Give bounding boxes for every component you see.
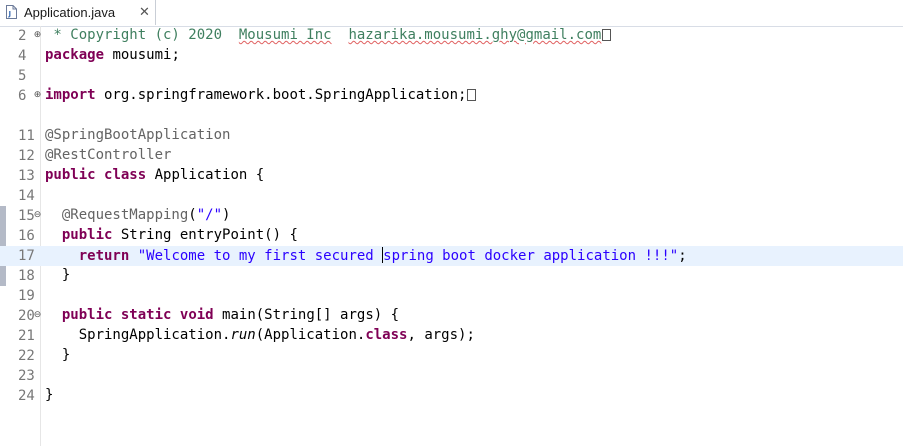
code-line: 23 [0,366,903,386]
code-line-current: 17 return "Welcome to my first secured s… [0,246,903,266]
keyword: class [104,167,147,183]
line-number: 19 [18,288,35,304]
code-text: package mousumi; [45,47,180,63]
code-line: 18 } [0,266,903,286]
expand-fold-icon[interactable]: ⊕ [33,91,42,100]
code-line: 2 ⊕ * Copyright (c) 2020 Mousumi Inc haz… [0,26,903,46]
line-number: 17 [18,248,35,264]
code-editor[interactable]: 2 ⊕ * Copyright (c) 2020 Mousumi Inc haz… [0,26,903,446]
tab-label: Application.java [24,5,116,20]
collapse-fold-icon[interactable]: ⊖ [33,311,42,320]
expand-fold-icon[interactable]: ⊕ [33,31,42,40]
annotation: @RequestMapping [61,207,189,223]
collapse-fold-icon[interactable]: ⊖ [33,211,42,220]
line-number: 23 [18,368,35,384]
code-text: @RestController [45,147,171,163]
keyword: import [45,87,96,103]
code-line: 5 [0,66,903,86]
class-declaration: Application { [146,167,265,183]
code-line: 22 } [0,346,903,366]
call-args: (Application. [255,327,366,343]
code-text: @RequestMapping("/") [45,207,231,223]
closing-brace: } [61,347,71,363]
class-reference: SpringApplication. [78,327,231,343]
static-method: run [230,327,256,343]
code-text: import org.springframework.boot.SpringAp… [45,87,477,103]
closing-brace: } [45,387,54,403]
keyword: void [179,307,214,323]
code-text: return "Welcome to my first secured spri… [45,247,687,264]
annotation: @RestController [45,147,172,163]
package-name: mousumi; [104,47,180,63]
paren: ( [188,207,197,223]
line-number: 18 [18,268,35,284]
code-line: 24 } [0,386,903,406]
code-text: SpringApplication.run(Application.class,… [45,327,475,343]
call-args-end: , args); [407,327,475,343]
code-line: 4 package mousumi; [0,46,903,66]
string-literal: "Welcome to my first secured [137,248,383,264]
keyword: return [78,248,130,264]
code-text: * Copyright (c) 2020 Mousumi Inc hazarik… [45,27,612,43]
comment-company: Mousumi Inc [238,27,332,43]
code-text: public class Application { [45,167,264,183]
import-path: org.springframework.boot.SpringApplicati… [95,87,467,103]
code-line: 20 ⊖ public static void main(String[] ar… [0,306,903,326]
svg-text:J: J [8,10,12,18]
line-number: 21 [18,328,35,344]
method-signature: String entryPoint() { [112,227,298,243]
tab-application-java[interactable]: J Application.java ✕ [0,0,156,25]
keyword: class [365,327,408,343]
folded-region-marker[interactable] [602,29,612,41]
close-tab-icon[interactable]: ✕ [139,4,150,20]
code-text: } [45,347,70,363]
comment-space [332,27,349,43]
code-line: 13 public class Application { [0,166,903,186]
code-line: 15 ⊖ @RequestMapping("/") [0,206,903,226]
closing-brace: } [61,267,71,283]
line-number: 12 [18,148,35,164]
code-text: } [45,267,70,283]
semicolon: ; [678,248,687,264]
code-line: 11 @SpringBootApplication [0,126,903,146]
code-line: 16 public String entryPoint() { [0,226,903,246]
comment-text: * Copyright (c) 2020 [45,27,239,43]
line-number: 14 [18,188,35,204]
code-line: 6 ⊕ import org.springframework.boot.Spri… [0,86,903,106]
code-text: } [45,387,53,403]
string-literal: "/" [196,207,223,223]
paren: ) [222,207,231,223]
keyword: public [45,167,96,183]
keyword: public [61,227,113,243]
folded-region-marker[interactable] [467,89,477,101]
line-number: 5 [18,68,27,84]
code-text: public static void main(String[] args) { [45,307,399,323]
editor-tab-bar: J Application.java ✕ [0,0,903,27]
keyword: package [45,47,105,63]
code-text: public String entryPoint() { [45,227,298,243]
keyword: public [61,307,113,323]
line-number: 13 [18,168,35,184]
line-number: 4 [18,48,27,64]
code-line: 21 SpringApplication.run(Application.cla… [0,326,903,346]
keyword: static [120,307,172,323]
code-line: 19 [0,286,903,306]
line-number: 11 [18,128,35,144]
code-text: @SpringBootApplication [45,127,230,143]
code-line: 14 [0,186,903,206]
java-file-icon: J [6,5,17,19]
annotation: @SpringBootApplication [45,127,231,143]
string-literal: spring boot docker application !!!" [383,248,679,264]
comment-email: hazarika.mousumi.ghy@gmail.com [348,27,602,43]
line-number: 22 [18,348,35,364]
line-number: 16 [18,228,35,244]
method-signature: main(String[] args) { [213,307,400,323]
code-line: 12 @RestController [0,146,903,166]
line-number: 24 [18,388,35,404]
